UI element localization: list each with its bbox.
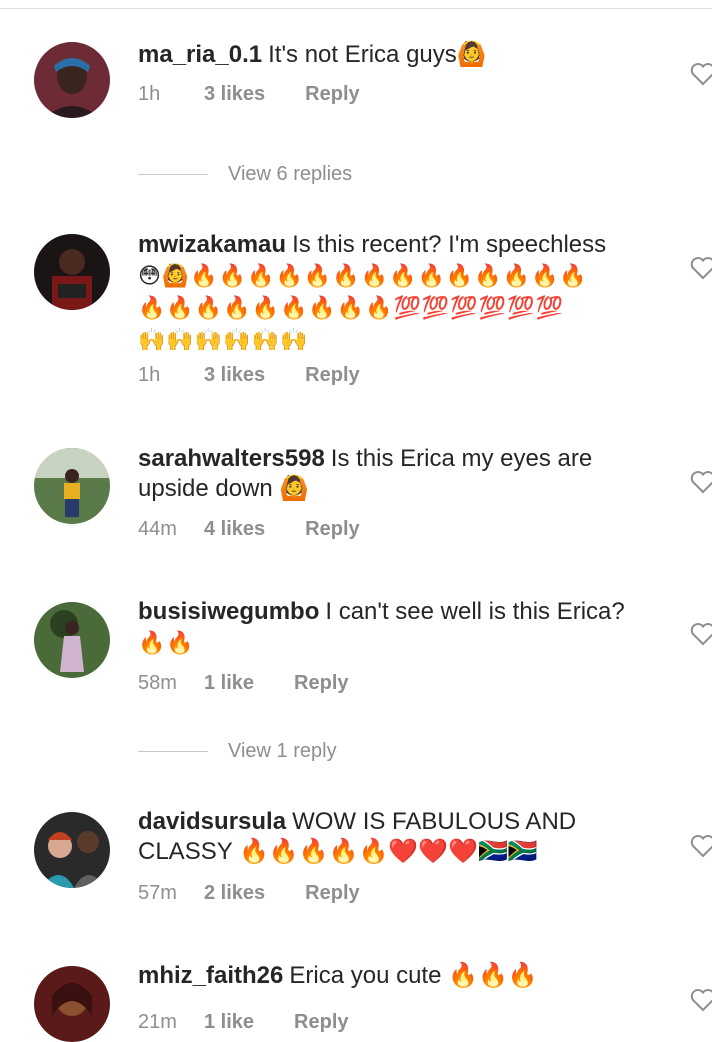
likes-count[interactable]: 1 like (204, 669, 254, 697)
timestamp: 21m (138, 1011, 177, 1033)
heart-icon[interactable] (690, 834, 712, 858)
username-link[interactable]: mhiz_faith26 (138, 962, 283, 989)
emoji-line: 🔥🔥🔥🔥🔥🔥🔥🔥🔥💯💯💯💯💯💯 (138, 295, 564, 320)
likes-count[interactable]: 3 likes (204, 80, 265, 108)
reply-button[interactable]: Reply (305, 879, 359, 907)
likes-count[interactable]: 1 like (204, 1008, 254, 1036)
comment-meta: 1h 3 likes Reply (138, 361, 360, 389)
likes-count[interactable]: 2 likes (204, 879, 265, 907)
top-divider (0, 0, 712, 9)
reply-button[interactable]: Reply (305, 80, 359, 108)
comment-meta: 58m 1 like Reply (138, 669, 349, 697)
emoji-line: 🙌🙌🙌🙌🙌🙌 (138, 327, 309, 352)
comment-text: ma_ria_0.1 It's not Erica guys🙆 (138, 40, 660, 70)
comment-text: mwizakamau Is this recent? I'm speechless… (138, 230, 660, 356)
timestamp: 57m (138, 882, 177, 904)
replies-dash (138, 174, 208, 176)
avatar[interactable] (34, 42, 110, 118)
heart-icon[interactable] (690, 622, 712, 646)
comment-body: Erica you cute 🔥🔥🔥 (289, 962, 538, 989)
comment-body: Is this recent? I'm speechless (292, 231, 607, 258)
avatar[interactable] (34, 602, 110, 678)
timestamp: 1h (138, 83, 161, 105)
comment-meta: 44m 4 likes Reply (138, 515, 360, 543)
username-link[interactable]: davidsursula (138, 808, 286, 835)
replies-dash (138, 751, 208, 753)
reply-button[interactable]: Reply (305, 515, 359, 543)
avatar[interactable] (34, 448, 110, 524)
view-replies-button[interactable]: View 1 reply (138, 737, 337, 765)
comment-text: mhiz_faith26 Erica you cute 🔥🔥🔥 (138, 961, 660, 991)
comment-text: davidsursula WOW IS FABULOUS AND CLASSY 🔥… (138, 807, 660, 867)
likes-count[interactable]: 3 likes (204, 361, 265, 389)
avatar[interactable] (34, 234, 110, 310)
timestamp: 1h (138, 364, 161, 386)
username-link[interactable]: busisiwegumbo (138, 598, 319, 625)
likes-count[interactable]: 4 likes (204, 515, 265, 543)
comment-meta: 1h 3 likes Reply (138, 80, 360, 108)
username-link[interactable]: sarahwalters598 (138, 445, 325, 472)
emoji-line: 😳🙆🔥🔥🔥🔥🔥🔥🔥🔥🔥🔥🔥🔥🔥🔥 (138, 263, 588, 288)
comment-text: sarahwalters598 Is this Erica my eyes are… (138, 444, 660, 504)
username-link[interactable]: ma_ria_0.1 (138, 41, 262, 68)
timestamp: 58m (138, 672, 177, 694)
timestamp: 44m (138, 518, 177, 540)
avatar[interactable] (34, 812, 110, 888)
comment-body: It's not Erica guys🙆 (268, 41, 487, 68)
comment-meta: 57m 2 likes Reply (138, 879, 360, 907)
comment-body: I can't see well is this Erica? (325, 598, 625, 625)
reply-button[interactable]: Reply (294, 1008, 348, 1036)
avatar[interactable] (34, 966, 110, 1042)
username-link[interactable]: mwizakamau (138, 231, 286, 258)
heart-icon[interactable] (690, 988, 712, 1012)
view-replies-button[interactable]: View 6 replies (138, 160, 352, 188)
emoji-line: 🔥🔥 (138, 630, 195, 655)
reply-button[interactable]: Reply (305, 361, 359, 389)
reply-button[interactable]: Reply (294, 669, 348, 697)
comment-meta: 21m 1 like Reply (138, 1008, 349, 1036)
comment-text: busisiwegumbo I can't see well is this Er… (138, 597, 660, 659)
heart-icon[interactable] (690, 62, 712, 86)
heart-icon[interactable] (690, 470, 712, 494)
heart-icon[interactable] (690, 256, 712, 280)
